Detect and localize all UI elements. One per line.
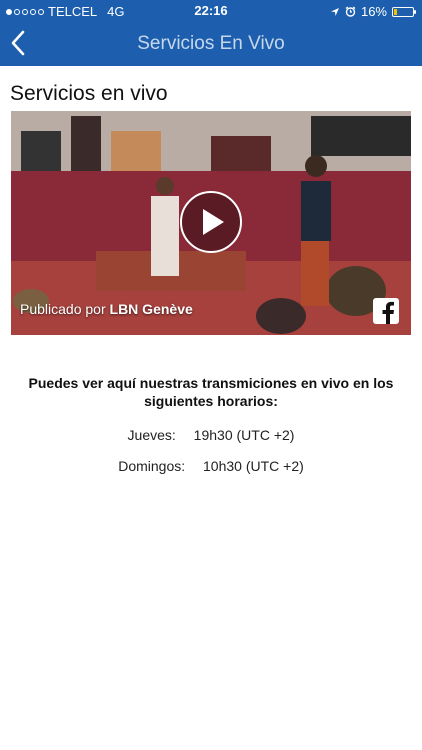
page-title: Servicios En Vivo [137,33,285,54]
status-icons: 16% [330,4,416,19]
location-arrow-icon [330,7,339,16]
status-bar: TELCEL 4G 22:16 16% [0,0,422,22]
schedule-day: Jueves: [127,427,176,443]
alarm-clock-icon [345,6,356,17]
broadcast-info: Puedes ver aquí nuestras transmiciones e… [0,374,422,487]
battery-icon [392,6,416,17]
video-player[interactable]: Publicado por LBN Genève [11,111,411,335]
published-by-label: Publicado por [20,301,106,317]
play-icon [203,209,224,235]
schedule-time: 10h30 (UTC +2) [203,458,304,474]
schedule-time: 19h30 (UTC +2) [193,427,295,443]
battery-percent: 16% [360,4,387,19]
schedule-list: Jueves: 19h30 (UTC +2) Domingos: 10h30 (… [0,425,422,487]
schedule-row-thursday: Jueves: 19h30 (UTC +2) [0,425,422,456]
schedule-row-sunday: Domingos: 10h30 (UTC +2) [0,456,422,487]
publisher-link[interactable]: LBN Genève [110,301,193,317]
publisher-caption: Publicado por LBN Genève [20,301,193,317]
navigation-bar: Servicios En Vivo [0,22,422,66]
play-button[interactable] [180,191,242,253]
schedule-day: Domingos: [118,458,186,474]
section-heading: Servicios en vivo [10,82,168,105]
schedule-heading: Puedes ver aquí nuestras transmiciones e… [28,375,394,409]
facebook-icon[interactable] [373,298,399,324]
